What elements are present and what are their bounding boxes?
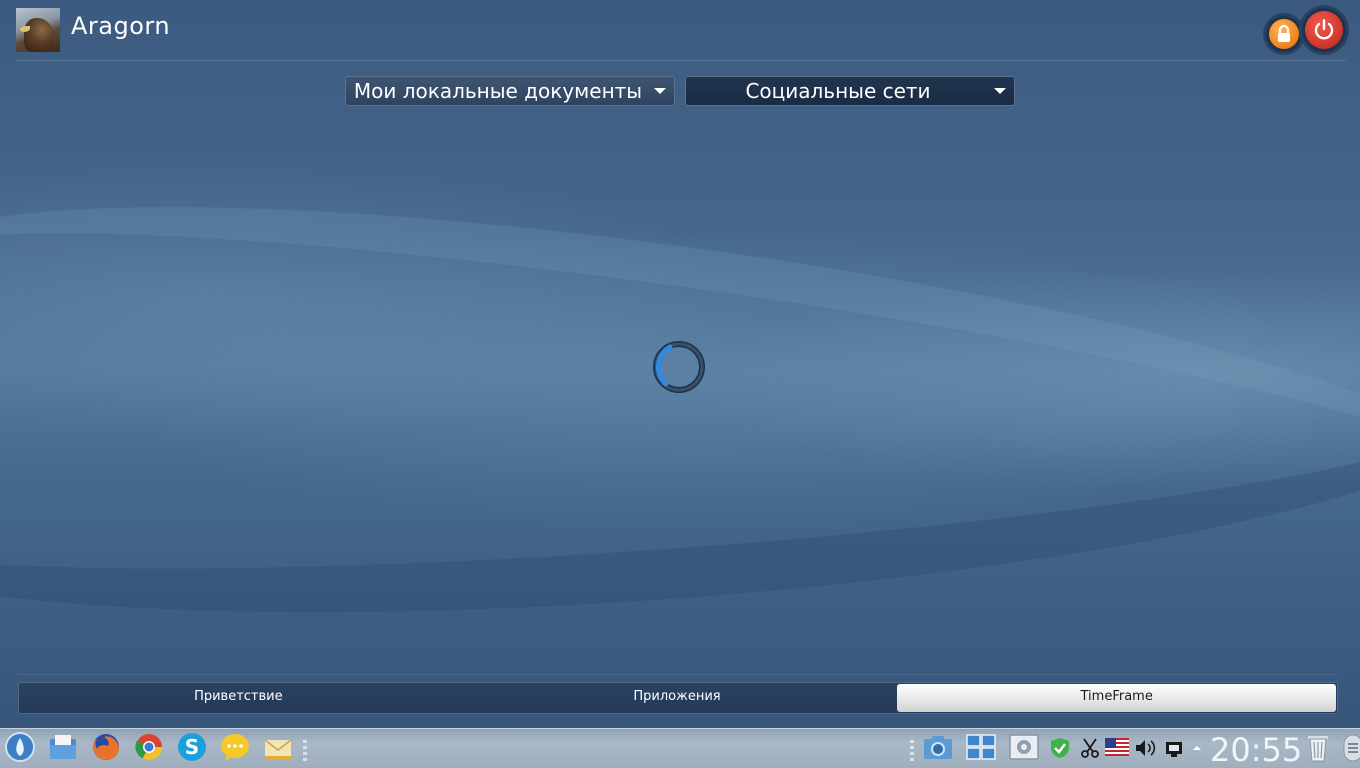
clock[interactable]: 20:55 (1210, 731, 1302, 768)
skype-icon[interactable]: S (176, 731, 208, 763)
tabs-divider (18, 674, 1338, 675)
keyboard-layout-us-flag-icon[interactable] (1105, 738, 1129, 758)
tab-welcome[interactable]: Приветствие (19, 683, 458, 713)
social-networks-dropdown[interactable]: Социальные сети (685, 76, 1015, 106)
shutdown-button[interactable] (1302, 8, 1346, 52)
dropdown-label: Мои локальные документы (353, 79, 643, 103)
chevron-down-icon (654, 88, 666, 94)
firefox-icon[interactable] (90, 731, 122, 763)
tab-applications[interactable]: Приложения (458, 683, 897, 713)
update-ok-icon[interactable] (1048, 736, 1072, 760)
launcher-header: Aragorn (0, 0, 1360, 60)
local-documents-dropdown[interactable]: Мои локальные документы (345, 76, 675, 106)
chrome-icon[interactable] (133, 731, 165, 763)
chat-icon[interactable] (219, 731, 251, 763)
panel-menu-icon[interactable] (1340, 733, 1360, 763)
volume-icon[interactable] (1133, 736, 1157, 760)
tray-expand-arrow-icon[interactable] (1190, 740, 1204, 754)
system-settings-icon[interactable] (1008, 731, 1040, 763)
panel-grip[interactable] (910, 740, 914, 764)
hawk-avatar-icon (24, 18, 54, 52)
window-list-icon[interactable] (965, 731, 997, 763)
mail-icon[interactable] (262, 731, 294, 763)
trash-icon[interactable] (1302, 731, 1334, 763)
network-icon[interactable] (1162, 736, 1186, 760)
username: Aragorn (71, 12, 171, 40)
launcher-tabs: Приветствие Приложения TimeFrame (18, 682, 1338, 714)
power-icon (1305, 11, 1343, 49)
busy-spinner-icon (652, 340, 706, 394)
chevron-down-icon (994, 88, 1006, 94)
panel-grip[interactable] (303, 740, 307, 764)
svg-text:S: S (185, 735, 199, 759)
header-divider (16, 60, 1346, 61)
tab-timeframe[interactable]: TimeFrame (897, 684, 1337, 712)
lock-icon (1269, 19, 1299, 49)
dropdown-label: Социальные сети (745, 79, 931, 103)
user-avatar[interactable] (16, 8, 60, 52)
lock-screen-button[interactable] (1266, 16, 1302, 52)
screenshot-icon[interactable] (922, 731, 954, 763)
file-manager-icon[interactable] (47, 731, 79, 763)
app-menu-icon[interactable] (4, 731, 36, 763)
clipboard-scissors-icon[interactable] (1078, 736, 1102, 760)
